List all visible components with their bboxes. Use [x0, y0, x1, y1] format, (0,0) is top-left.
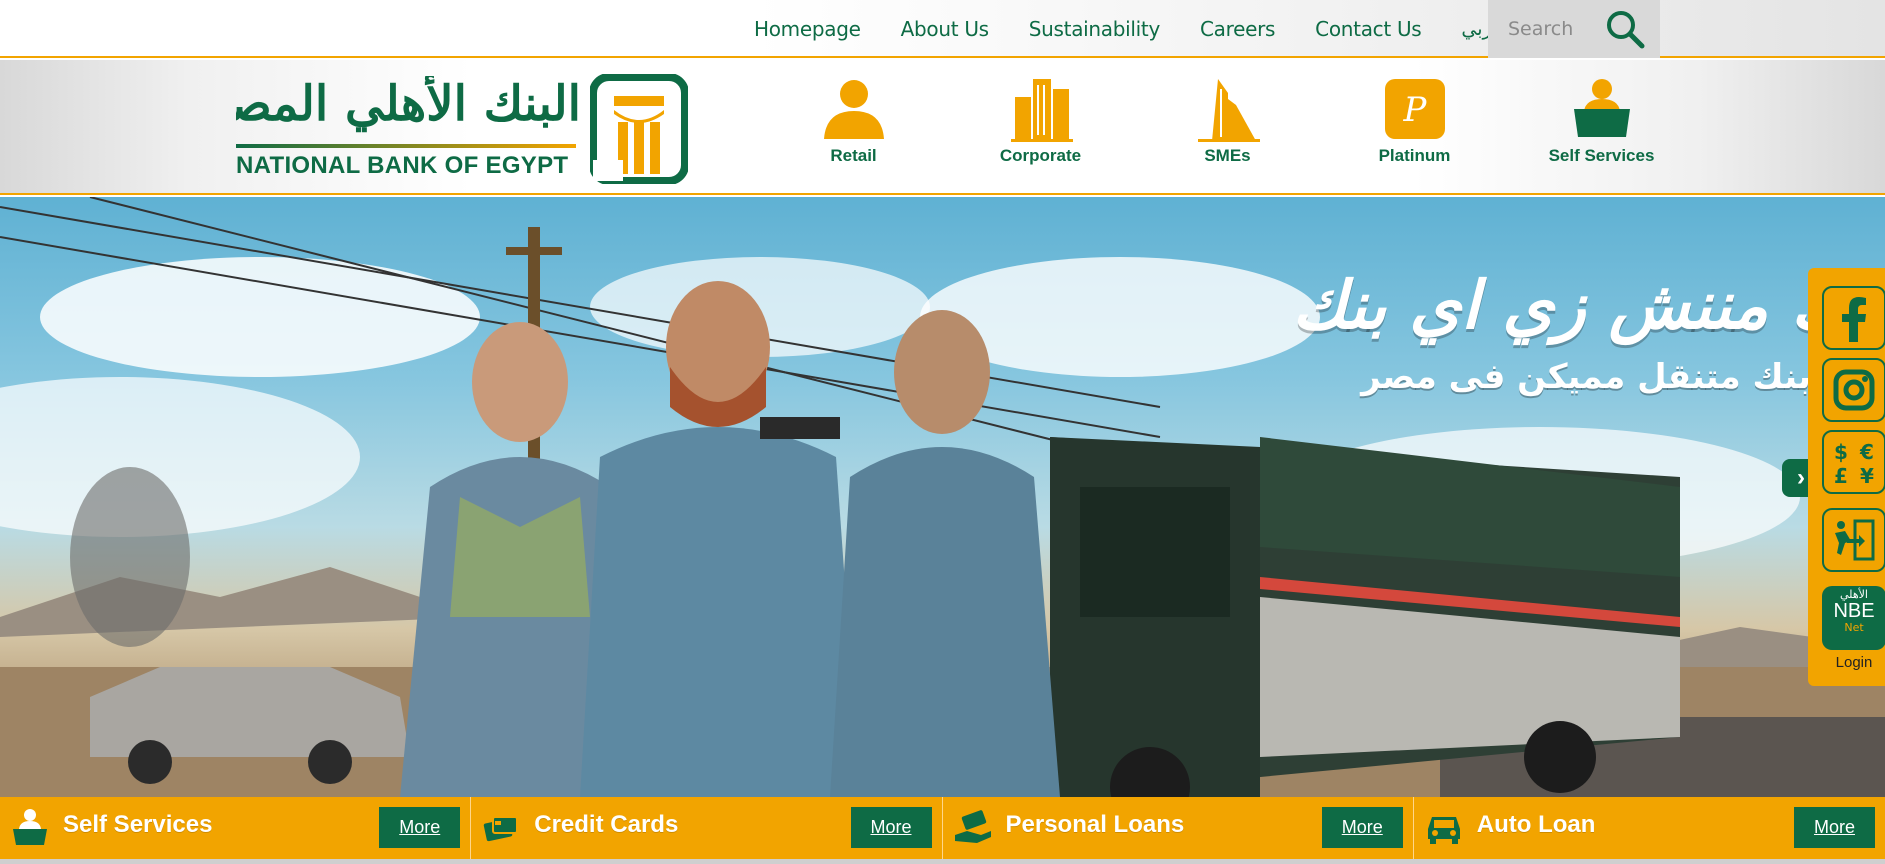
quick-link-title: Auto Loan	[1476, 811, 1596, 838]
quick-link-auto-loan[interactable]: Auto Loan More	[1413, 797, 1885, 859]
person-laptop-icon	[1573, 79, 1630, 137]
hero-title: بنك مننش زي اي بنك	[1292, 267, 1885, 344]
building-icon	[1197, 79, 1260, 142]
logo-english-name: NATIONAL BANK OF EGYPT	[236, 152, 569, 179]
svg-text:P: P	[1402, 90, 1427, 130]
hero-subtitle: أول بنك متنقل مميكن فى مصر	[1361, 357, 1885, 397]
nav-contact-us[interactable]: Contact Us	[1315, 17, 1422, 41]
quick-link-title: Credit Cards	[534, 811, 679, 838]
bank-emblem-icon	[590, 74, 688, 184]
svg-text:€: €	[1859, 440, 1874, 464]
quick-access-sidebar: $ € £ ¥ الأهلي NBE Net Login	[1808, 268, 1885, 686]
hand-money-icon	[954, 810, 991, 843]
quick-link-credit-cards[interactable]: Credit Cards More	[471, 797, 943, 859]
hero-man-center	[580, 281, 860, 797]
quick-link-title: Self Services	[63, 811, 213, 838]
segment-self-services[interactable]: Self Services	[1508, 60, 1695, 195]
facebook-button[interactable]	[1822, 286, 1885, 350]
car-icon	[1427, 817, 1460, 844]
main-header: البنك الأهلي المصري NATIONAL BANK OF EGY…	[0, 60, 1885, 195]
logo-underline	[236, 144, 576, 148]
person-laptop-icon	[13, 809, 47, 845]
nav-homepage[interactable]: Homepage	[754, 17, 861, 41]
quick-link-self-services[interactable]: Self Services More	[0, 797, 472, 859]
top-bar: Homepage About Us Sustainability Careers…	[0, 0, 1885, 58]
search-icon[interactable]	[1604, 8, 1646, 50]
segment-label: Platinum	[1378, 146, 1451, 165]
door-exit-icon	[1835, 519, 1875, 561]
nav-careers[interactable]: Careers	[1200, 17, 1275, 41]
login-link[interactable]: Login	[1822, 654, 1885, 671]
buildings-icon	[1010, 79, 1073, 142]
svg-text:£: £	[1834, 464, 1848, 487]
segment-label: Corporate	[999, 146, 1082, 165]
instagram-button[interactable]	[1822, 358, 1885, 422]
search-box[interactable]: Search	[1488, 0, 1660, 58]
instagram-icon	[1833, 369, 1875, 411]
segment-retail[interactable]: Retail	[760, 60, 947, 195]
segment-label: SMEs	[1204, 146, 1251, 165]
more-button[interactable]: More	[1321, 807, 1403, 848]
svg-text:$: $	[1834, 440, 1848, 464]
quick-link-title: Personal Loans	[1005, 811, 1185, 838]
segment-label: Retail	[830, 146, 877, 165]
more-button[interactable]: More	[379, 807, 461, 848]
hero-banner[interactable]: بنك مننش زي اي بنك أول بنك متنقل مميكن ف…	[0, 197, 1885, 797]
search-input[interactable]: Search	[1508, 18, 1573, 40]
segment-corporate[interactable]: Corporate	[947, 60, 1134, 195]
card-icon	[484, 816, 519, 842]
bank-logo[interactable]: البنك الأهلي المصري NATIONAL BANK OF EGY…	[236, 74, 688, 184]
segment-platinum[interactable]: P Platinum	[1321, 60, 1508, 195]
nbe-net-button[interactable]: الأهلي NBE Net	[1822, 586, 1885, 650]
top-navigation: Homepage About Us Sustainability Careers…	[754, 0, 1505, 58]
more-button[interactable]: More	[850, 807, 932, 848]
exit-door-button[interactable]	[1822, 508, 1885, 572]
person-icon	[823, 80, 884, 139]
currency-rates-button[interactable]: $ € £ ¥	[1822, 430, 1885, 494]
logo-arabic-name: البنك الأهلي المصري	[236, 76, 581, 132]
facebook-icon	[1842, 297, 1866, 342]
segment-smes[interactable]: SMEs	[1134, 60, 1321, 195]
svg-text:¥: ¥	[1860, 464, 1874, 487]
segment-label: Self Services	[1548, 146, 1655, 165]
page-bottom-edge	[0, 859, 1885, 864]
quick-links-strip: Self Services More Credit Cards More Per…	[0, 797, 1885, 859]
platinum-p-icon: P	[1384, 79, 1445, 139]
nav-sustainability[interactable]: Sustainability	[1029, 17, 1161, 41]
segment-navigation: Retail Corporate SMEs P Platinum Self Se…	[760, 60, 1695, 195]
nbe-net-main: NBE	[1833, 600, 1875, 622]
nav-about-us[interactable]: About Us	[901, 17, 989, 41]
more-button[interactable]: More	[1794, 807, 1875, 848]
currency-icon: $ € £ ¥	[1834, 440, 1874, 487]
nbe-net-sub: Net	[1844, 621, 1864, 634]
quick-link-personal-loans[interactable]: Personal Loans More	[942, 797, 1414, 859]
